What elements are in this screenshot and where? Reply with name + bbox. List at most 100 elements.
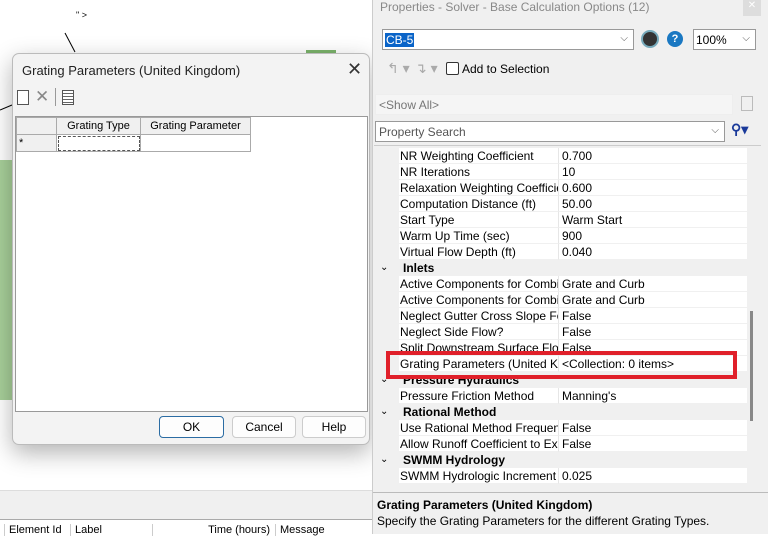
add-to-selection-checkbox[interactable] xyxy=(446,62,459,75)
toolbar-divider xyxy=(55,88,57,106)
category-label: Rational Method xyxy=(399,404,747,420)
delete-icon[interactable]: ✕ xyxy=(35,87,49,107)
grating-type-cell[interactable] xyxy=(56,134,141,152)
new-icon[interactable] xyxy=(17,89,29,105)
zoom-value: 100% xyxy=(696,33,727,47)
close-icon[interactable]: ✕ xyxy=(743,0,761,16)
property-name: NR Iterations xyxy=(399,164,558,180)
property-row[interactable]: NR Weighting Coefficient 0.700 xyxy=(374,148,747,164)
canvas-label: " > xyxy=(76,10,87,20)
chevron-down-icon[interactable]: ⌄ xyxy=(380,260,388,276)
chevron-down-icon: ⌵ xyxy=(711,125,719,136)
property-value[interactable]: 0.040 xyxy=(558,244,747,260)
property-row[interactable]: Neglect Side Flow? False xyxy=(374,324,747,340)
property-name: Neglect Side Flow? xyxy=(399,324,558,340)
col-element-id[interactable]: Element Id xyxy=(4,524,62,536)
new-row-marker: * xyxy=(16,134,57,152)
property-search-input[interactable]: Property Search ⌵ xyxy=(375,121,725,142)
description-text: Specify the Grating Parameters for the d… xyxy=(377,514,710,528)
filter-value: <Show All> xyxy=(379,98,440,112)
description-pane: Grating Parameters (United Kingdom) Spec… xyxy=(373,492,768,534)
dialog-toolbar: ✕ xyxy=(17,87,75,107)
property-value[interactable]: Warm Start xyxy=(558,212,747,228)
properties-panel: Properties - Solver - Base Calculation O… xyxy=(372,0,768,534)
add-to-selection-label: Add to Selection xyxy=(462,62,550,76)
chevron-down-icon: ⌵ xyxy=(742,33,750,44)
filter-select[interactable]: <Show All> xyxy=(375,94,733,115)
zoom-select[interactable]: 100% ⌵ xyxy=(693,29,756,50)
report-icon[interactable] xyxy=(62,89,75,105)
row-header-corner xyxy=(16,117,57,135)
category-row[interactable]: ⌄ Rational Method xyxy=(374,404,747,420)
property-row[interactable]: Warm Up Time (sec) 900 xyxy=(374,228,747,244)
property-row[interactable]: Active Components for CombinationGrate a… xyxy=(374,276,747,292)
scrollbar-thumb[interactable] xyxy=(750,311,753,421)
description-title: Grating Parameters (United Kingdom) xyxy=(377,498,593,512)
col-grating-type[interactable]: Grating Type xyxy=(56,117,141,135)
property-name: Warm Up Time (sec) xyxy=(399,228,558,244)
property-name: Use Rational Method Frequency xyxy=(399,420,558,436)
find-element-icon[interactable] xyxy=(641,30,659,48)
col-message[interactable]: Message xyxy=(275,524,325,536)
property-value[interactable]: Grate and Curb xyxy=(558,276,747,292)
chevron-down-icon[interactable]: ⌄ xyxy=(380,452,388,468)
property-row[interactable]: Pressure Friction Method Manning's xyxy=(374,388,747,404)
property-value[interactable]: False xyxy=(558,308,747,324)
property-value[interactable]: False xyxy=(558,324,747,340)
element-selector[interactable]: CB-5 ⌵ xyxy=(382,29,634,50)
close-icon[interactable]: ✕ xyxy=(347,59,362,80)
property-row[interactable]: Active Components for CombinationGrate a… xyxy=(374,292,747,308)
property-name: Relaxation Weighting Coefficient xyxy=(399,180,558,196)
col-time[interactable]: Time (hours) xyxy=(152,524,274,536)
dialog-title: Grating Parameters (United Kingdom) xyxy=(22,63,241,78)
property-row[interactable]: NR Iterations 10 xyxy=(374,164,747,180)
back-icon[interactable]: ↰ ▾ xyxy=(387,60,410,77)
property-name: Neglect Gutter Cross Slope For xyxy=(399,308,558,324)
grating-table: Grating Type Grating Parameter * xyxy=(15,116,368,412)
col-grating-parameter[interactable]: Grating Parameter xyxy=(140,117,251,135)
property-row[interactable]: Relaxation Weighting Coefficient 0.600 xyxy=(374,180,747,196)
property-value[interactable]: 50.00 xyxy=(558,196,747,212)
search-placeholder: Property Search xyxy=(379,125,466,139)
category-row[interactable]: ⌄ SWMM Hydrology xyxy=(374,452,747,468)
property-value[interactable]: 0.700 xyxy=(558,148,747,164)
property-row[interactable]: Neglect Gutter Cross Slope For False xyxy=(374,308,747,324)
col-label[interactable]: Label xyxy=(70,524,102,536)
panel-title: Properties - Solver - Base Calculation O… xyxy=(380,0,650,14)
property-value[interactable]: 0.600 xyxy=(558,180,747,196)
property-row[interactable]: Start Type Warm Start xyxy=(374,212,747,228)
property-value[interactable]: False xyxy=(558,420,747,436)
category-row[interactable]: ⌄ Inlets xyxy=(374,260,747,276)
element-value: CB-5 xyxy=(385,33,415,47)
chevron-down-icon[interactable]: ⌄ xyxy=(380,404,388,420)
property-row[interactable]: SWMM Hydrologic Increment (hours)0.025 xyxy=(374,468,747,484)
property-row[interactable]: Allow Runoff Coefficient to ExceedFalse xyxy=(374,436,747,452)
property-grid: NR Weighting Coefficient 0.700 NR Iteratio… xyxy=(374,145,761,485)
category-label: Inlets xyxy=(399,260,747,276)
property-row[interactable]: Use Rational Method Frequency False xyxy=(374,420,747,436)
property-value[interactable]: Grate and Curb xyxy=(558,292,747,308)
messages-table-header: Element Id Label Time (hours) Message xyxy=(0,519,372,536)
property-name: Pressure Friction Method xyxy=(399,388,558,404)
property-value[interactable]: 900 xyxy=(558,228,747,244)
category-label: SWMM Hydrology xyxy=(399,452,747,468)
property-value[interactable]: False xyxy=(558,436,747,452)
edit-filter-icon[interactable] xyxy=(741,96,753,111)
property-value[interactable]: 0.025 xyxy=(558,468,747,484)
property-name: SWMM Hydrologic Increment (hours) xyxy=(399,468,558,484)
grating-parameters-dialog: Grating Parameters (United Kingdom) ✕ ✕ … xyxy=(12,53,370,445)
property-row[interactable]: Computation Distance (ft) 50.00 xyxy=(374,196,747,212)
help-icon[interactable]: ? xyxy=(667,31,683,47)
ok-button[interactable]: OK xyxy=(159,416,224,438)
highlight-box xyxy=(386,351,737,379)
property-name: Computation Distance (ft) xyxy=(399,196,558,212)
property-name: Allow Runoff Coefficient to Exceed xyxy=(399,436,558,452)
property-row[interactable]: Virtual Flow Depth (ft) 0.040 xyxy=(374,244,747,260)
property-value[interactable]: Manning's xyxy=(558,388,747,404)
search-icon[interactable]: ⚲▾ xyxy=(731,121,748,138)
property-value[interactable]: 10 xyxy=(558,164,747,180)
cancel-button[interactable]: Cancel xyxy=(232,416,296,438)
help-button[interactable]: Help xyxy=(302,416,366,438)
forward-icon[interactable]: ↴ ▾ xyxy=(415,60,438,77)
grating-parameter-cell[interactable] xyxy=(140,134,251,152)
